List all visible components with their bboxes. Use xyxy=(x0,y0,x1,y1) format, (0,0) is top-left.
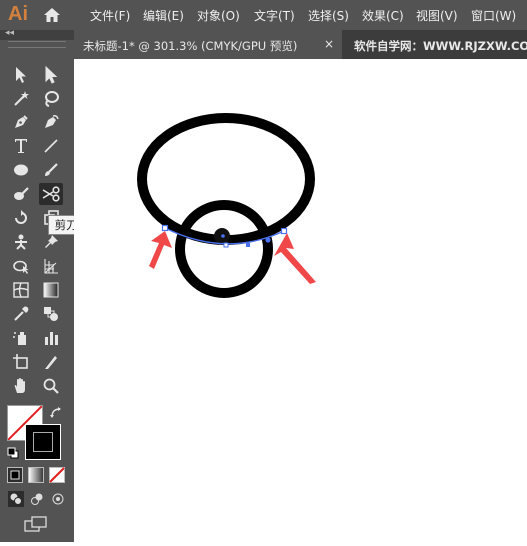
mesh-tool[interactable] xyxy=(9,279,33,301)
document-tab-other[interactable]: 软件自学网：WWW.RJZXW.COM xyxy=(354,38,527,54)
direct-selection-tool[interactable] xyxy=(39,64,63,86)
stroke-swatch-inner xyxy=(33,432,53,452)
column-graph-tool[interactable] xyxy=(39,327,63,349)
anchor-point-3[interactable] xyxy=(265,237,271,243)
lasso-tool[interactable] xyxy=(39,88,63,110)
draw-inside-button[interactable] xyxy=(50,491,66,511)
hand-tool[interactable] xyxy=(9,375,33,397)
small-circle[interactable] xyxy=(175,200,273,298)
home-icon[interactable] xyxy=(42,6,62,28)
document-tab-bar: 未标题-1* @ 301.3% (CMYK/GPU 预览) × 软件自学网：WW… xyxy=(74,30,527,59)
symbol-sprayer-tool[interactable] xyxy=(9,327,33,349)
tools-panel-header: ◂◂ xyxy=(0,28,74,40)
rotate-icon xyxy=(15,210,27,224)
hand-icon xyxy=(14,378,25,393)
arrow-icon xyxy=(16,67,26,83)
document-tab-title: 未标题-1* @ 301.3% (CMYK/GPU 预览) xyxy=(83,39,298,53)
tab-close-button[interactable]: × xyxy=(324,37,334,51)
type-tool[interactable] xyxy=(9,135,33,157)
curvature-tool[interactable] xyxy=(39,111,63,133)
gradient-mode-button[interactable] xyxy=(28,467,44,487)
shape-builder-icon xyxy=(13,260,29,274)
mesh-icon xyxy=(13,282,29,298)
shape-builder-tool[interactable] xyxy=(9,255,33,277)
lasso-icon xyxy=(45,91,59,107)
artboard-canvas[interactable] xyxy=(74,59,527,542)
white-arrow-icon xyxy=(45,66,58,84)
slice-icon xyxy=(45,356,57,369)
scissors-icon xyxy=(42,186,60,202)
draw-behind-button[interactable] xyxy=(29,491,45,511)
menu-effect[interactable]: 效果(C) xyxy=(362,7,404,24)
symbol-sprayer-icon xyxy=(13,332,26,345)
menu-type[interactable]: 文字(T) xyxy=(254,7,295,24)
brush-icon xyxy=(45,163,58,176)
gradient-icon xyxy=(43,282,59,298)
none-mode-button[interactable] xyxy=(49,467,65,487)
menu-view[interactable]: 视图(V) xyxy=(416,7,458,24)
draw-normal-button[interactable] xyxy=(8,491,24,511)
collapse-icon[interactable]: ◂◂ xyxy=(5,28,14,38)
graph-icon xyxy=(45,332,58,345)
swap-colors-icon[interactable] xyxy=(50,404,62,423)
line-icon xyxy=(44,139,58,153)
eraser-icon xyxy=(14,187,29,200)
blend-tool[interactable] xyxy=(39,303,63,325)
menu-edit[interactable]: 编辑(E) xyxy=(143,7,184,24)
anchor-point-2[interactable] xyxy=(246,243,250,247)
eyedropper-icon xyxy=(14,306,29,321)
app-logo: Ai xyxy=(8,3,28,25)
anchor-point-mid[interactable] xyxy=(223,242,229,248)
annotation-arrow-left xyxy=(149,231,172,269)
artboard-tool[interactable] xyxy=(9,351,33,373)
puppet-warp-tool[interactable] xyxy=(9,231,33,253)
puppet-icon xyxy=(15,234,27,250)
curvature-icon xyxy=(45,115,59,128)
pin-icon xyxy=(45,235,58,248)
slice-tool[interactable] xyxy=(39,351,63,373)
selection-tool[interactable] xyxy=(9,64,33,86)
perspective-icon xyxy=(44,259,58,274)
pen-icon xyxy=(15,115,28,128)
menu-file[interactable]: 文件(F) xyxy=(90,7,130,24)
panel-grip[interactable] xyxy=(8,41,66,48)
stroke-swatch[interactable] xyxy=(25,424,61,460)
wand-icon xyxy=(14,91,29,106)
pen-tool[interactable] xyxy=(9,111,33,133)
artwork xyxy=(137,113,316,298)
eyedropper-tool[interactable] xyxy=(9,303,33,325)
document-tab-active[interactable]: 未标题-1* @ 301.3% (CMYK/GPU 预览) × xyxy=(74,30,342,59)
menu-bar: Ai 文件(F) 编辑(E) 对象(O) 文字(T) 选择(S) 效果(C) 视… xyxy=(0,0,527,30)
type-icon xyxy=(15,139,27,153)
default-colors-icon[interactable] xyxy=(7,444,19,463)
screen-mode-icon[interactable] xyxy=(24,516,48,536)
menu-object[interactable]: 对象(O) xyxy=(197,7,240,24)
scissors-tool[interactable] xyxy=(39,183,63,205)
large-circle[interactable] xyxy=(137,113,315,245)
ellipse-icon xyxy=(14,164,28,176)
paintbrush-tool[interactable] xyxy=(39,159,63,181)
gradient-tool[interactable] xyxy=(39,279,63,301)
zoom-icon xyxy=(43,378,59,394)
perspective-grid-tool[interactable] xyxy=(39,255,63,277)
eraser-tool[interactable] xyxy=(9,183,33,205)
anchor-point-left[interactable] xyxy=(161,224,169,232)
rotate-tool[interactable] xyxy=(9,207,33,229)
blend-icon xyxy=(44,307,58,321)
zoom-tool[interactable] xyxy=(39,375,63,397)
menu-window[interactable]: 窗口(W) xyxy=(471,7,516,24)
menu-select[interactable]: 选择(S) xyxy=(308,7,349,24)
path-center-point xyxy=(221,234,225,238)
artboard-icon xyxy=(13,354,28,369)
line-tool[interactable] xyxy=(39,135,63,157)
color-mode-button[interactable] xyxy=(7,467,23,487)
magic-wand-tool[interactable] xyxy=(9,88,33,110)
annotation-arrow-right xyxy=(274,233,316,284)
ellipse-tool[interactable] xyxy=(9,159,33,181)
anchor-point-right[interactable] xyxy=(280,227,288,235)
